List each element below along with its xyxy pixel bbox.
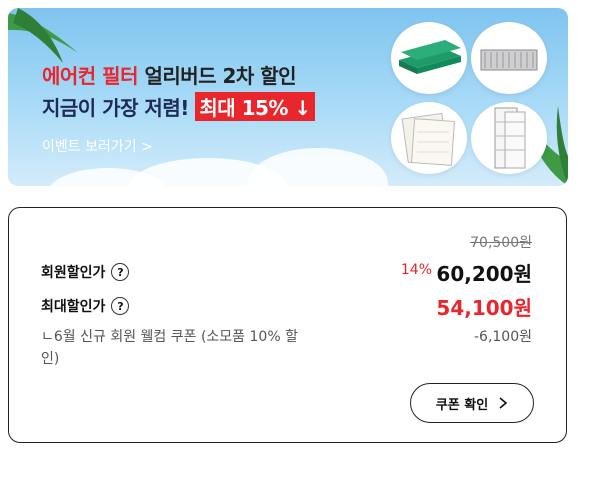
banner-subheadline-text: 지금이 가장 저렴! <box>42 96 196 120</box>
frame-filter-icon <box>494 107 526 169</box>
event-banner[interactable]: 에어컨 필터 얼리버드 2차 할인 지금이 가장 저렴! 최대 15% ↓ 이벤… <box>8 8 568 186</box>
coupon-check-label: 쿠폰 확인 <box>435 397 489 413</box>
max-price-value: 54,100원 <box>436 296 532 320</box>
banner-subheadline: 지금이 가장 저렴! 최대 15% ↓ <box>42 92 315 121</box>
white-filter-icon <box>401 112 456 166</box>
cloud-decoration <box>248 148 388 186</box>
price-summary: 70,500원 회원할인가 ? 14% 60,200원 최대할인가 ? 54,1… <box>8 207 567 443</box>
member-price-label: 회원할인가 ? <box>41 262 130 282</box>
coupon-amount: -6,100원 <box>473 329 532 345</box>
filter-product-image <box>391 22 467 94</box>
coupon-description: ㄴ6월 신규 회원 웰컴 쿠폰 (소모품 10% 할인) <box>41 329 298 367</box>
filter-product-image <box>391 102 467 174</box>
banner-headline: 에어컨 필터 얼리버드 2차 할인 <box>42 60 297 89</box>
max-price-label-text: 최대할인가 <box>41 299 106 315</box>
banner-headline-red: 에어컨 필터 <box>42 64 145 88</box>
member-price-label-text: 회원할인가 <box>41 265 106 281</box>
banner-event-link[interactable]: 이벤트 보러가기 > <box>42 136 153 156</box>
green-filter-icon <box>399 40 461 74</box>
banner-headline-dark: 얼리버드 2차 할인 <box>144 64 297 88</box>
original-price: 70,500원 <box>470 235 532 251</box>
gray-filter-icon <box>480 49 538 71</box>
max-price-label: 최대할인가 ? <box>41 296 130 316</box>
help-icon[interactable]: ? <box>111 297 130 315</box>
chevron-right-icon <box>499 397 508 409</box>
coupon-check-button[interactable]: 쿠폰 확인 <box>410 383 534 423</box>
filter-product-image <box>471 102 547 174</box>
filter-product-image <box>471 22 547 94</box>
banner-discount-badge: 최대 15% ↓ <box>195 92 315 121</box>
member-discount-percent: 14% <box>400 262 432 278</box>
member-price-value: 60,200원 <box>436 262 532 286</box>
palm-leaf-icon <box>8 8 78 63</box>
help-icon[interactable]: ? <box>111 263 130 281</box>
